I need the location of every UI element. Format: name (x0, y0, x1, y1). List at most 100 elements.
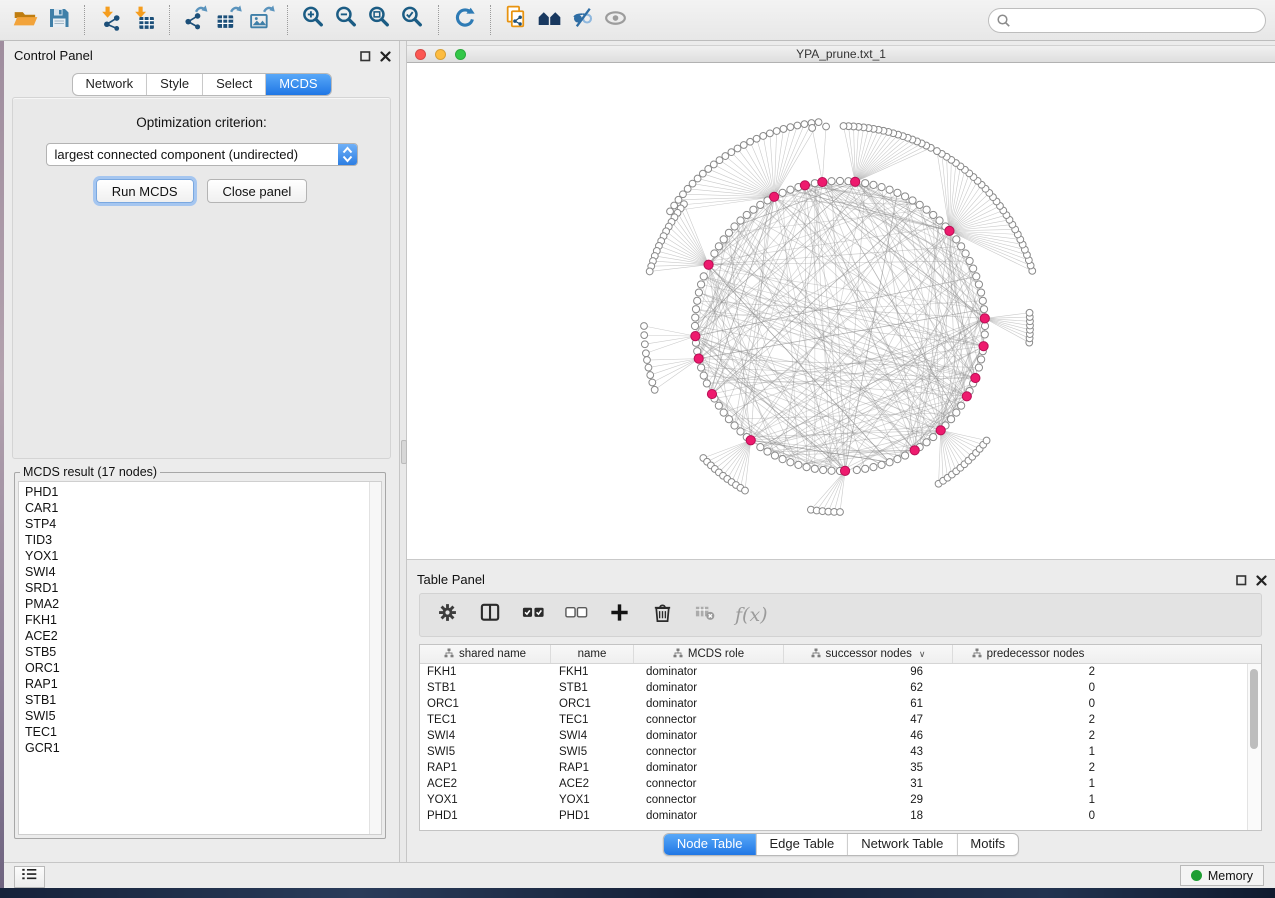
network-node[interactable] (773, 128, 780, 135)
table-row[interactable]: STB1STB1dominator620 (420, 680, 1261, 696)
table-cell[interactable]: PHD1 (420, 810, 551, 822)
apply-layout-button[interactable] (448, 4, 481, 37)
network-node[interactable] (747, 138, 754, 145)
unselect-all-columns-button[interactable] (563, 602, 589, 628)
network-node[interactable] (743, 211, 750, 218)
table-cell[interactable]: 2 (953, 714, 1103, 726)
table-cell[interactable]: connector (634, 746, 784, 758)
table-cell[interactable]: ACE2 (551, 778, 634, 790)
table-cell[interactable]: dominator (634, 682, 784, 694)
mcds-result-item[interactable]: ACE2 (25, 628, 381, 644)
clone-network-button[interactable] (500, 4, 533, 37)
function-builder-button[interactable]: f(x) (735, 602, 768, 628)
network-node[interactable] (757, 201, 764, 208)
table-row[interactable]: RAP1RAP1dominator352 (420, 760, 1261, 776)
table-cell[interactable]: PHD1 (551, 810, 634, 822)
float-panel-icon[interactable] (1236, 573, 1247, 591)
table-cell[interactable]: 2 (953, 762, 1103, 774)
network-node[interactable] (966, 257, 973, 264)
network-node[interactable] (787, 459, 794, 466)
show-all-button[interactable] (599, 4, 632, 37)
table-cell[interactable]: 0 (953, 682, 1103, 694)
tab-node-table[interactable]: Node Table (664, 834, 757, 855)
mcds-result-item[interactable]: TID3 (25, 532, 381, 548)
column-settings-button[interactable] (434, 602, 460, 628)
network-node[interactable] (695, 289, 702, 296)
network-node[interactable] (901, 193, 908, 200)
table-cell[interactable]: dominator (634, 666, 784, 678)
table-cell[interactable]: 47 (784, 714, 953, 726)
export-network-button[interactable] (179, 4, 212, 37)
network-node[interactable] (641, 323, 648, 330)
network-node[interactable] (715, 243, 722, 250)
table-cell[interactable]: connector (634, 794, 784, 806)
network-hub-node-selected[interactable] (691, 332, 700, 341)
table-cell[interactable]: RAP1 (551, 762, 634, 774)
export-table-button[interactable] (212, 4, 245, 37)
table-cell[interactable]: 31 (784, 778, 953, 790)
network-hub-node-selected[interactable] (962, 392, 971, 401)
mcds-result-item[interactable]: FKH1 (25, 612, 381, 628)
table-cell[interactable]: dominator (634, 730, 784, 742)
zoom-fit-button[interactable] (363, 4, 396, 37)
table-row[interactable]: SWI4SWI4dominator462 (420, 728, 1261, 744)
network-node[interactable] (764, 448, 771, 455)
column-header-shared-name[interactable]: shared name (420, 645, 551, 663)
network-hub-node-selected[interactable] (770, 192, 779, 201)
mcds-result-item[interactable]: STB1 (25, 692, 381, 708)
network-node[interactable] (667, 208, 674, 215)
mcds-result-item[interactable]: PMA2 (25, 596, 381, 612)
network-node[interactable] (725, 229, 732, 236)
network-hub-node-selected[interactable] (746, 436, 755, 445)
hide-selected-button[interactable] (566, 4, 599, 37)
float-panel-icon[interactable] (360, 49, 371, 67)
network-node[interactable] (837, 509, 844, 516)
network-node[interactable] (886, 186, 893, 193)
network-node[interactable] (794, 122, 801, 129)
network-hub-node-selected[interactable] (840, 466, 849, 475)
network-node[interactable] (734, 145, 741, 152)
network-node[interactable] (651, 386, 658, 393)
zoom-in-button[interactable] (297, 4, 330, 37)
network-node[interactable] (700, 372, 707, 379)
network-node[interactable] (771, 452, 778, 459)
network-node[interactable] (870, 181, 877, 188)
network-node[interactable] (645, 364, 652, 371)
network-node[interactable] (980, 306, 987, 313)
network-hub-node-selected[interactable] (945, 226, 954, 235)
table-cell[interactable]: ACE2 (420, 778, 551, 790)
network-node[interactable] (836, 177, 843, 184)
select-all-columns-button[interactable] (520, 602, 546, 628)
network-node[interactable] (930, 433, 937, 440)
network-node[interactable] (646, 268, 653, 275)
table-cell[interactable]: connector (634, 714, 784, 726)
table-cell[interactable]: 35 (784, 762, 953, 774)
network-hub-node-selected[interactable] (851, 177, 860, 186)
network-node[interactable] (641, 341, 648, 348)
network-node[interactable] (697, 364, 704, 371)
show-column-panel-button[interactable] (477, 602, 503, 628)
search-input[interactable] (988, 8, 1266, 33)
import-network-button[interactable] (94, 4, 127, 37)
network-node[interactable] (720, 236, 727, 243)
network-node[interactable] (977, 356, 984, 363)
delete-columns-button[interactable] (649, 602, 675, 628)
network-node[interactable] (983, 437, 990, 444)
network-node[interactable] (815, 119, 822, 126)
table-row[interactable]: SWI5SWI5connector431 (420, 744, 1261, 760)
zoom-selected-button[interactable] (396, 4, 429, 37)
network-node[interactable] (853, 466, 860, 473)
tab-mcds[interactable]: MCDS (266, 74, 330, 95)
network-node[interactable] (886, 459, 893, 466)
table-cell[interactable]: 62 (784, 682, 953, 694)
open-file-button[interactable] (9, 4, 42, 37)
export-image-button[interactable] (245, 4, 278, 37)
network-node[interactable] (801, 121, 808, 128)
network-node[interactable] (737, 217, 744, 224)
network-node[interactable] (878, 461, 885, 468)
table-cell[interactable]: 43 (784, 746, 953, 758)
network-node[interactable] (715, 402, 722, 409)
mcds-result-item[interactable]: PHD1 (25, 484, 381, 500)
table-cell[interactable]: 0 (953, 810, 1103, 822)
mcds-result-item[interactable]: YOX1 (25, 548, 381, 564)
